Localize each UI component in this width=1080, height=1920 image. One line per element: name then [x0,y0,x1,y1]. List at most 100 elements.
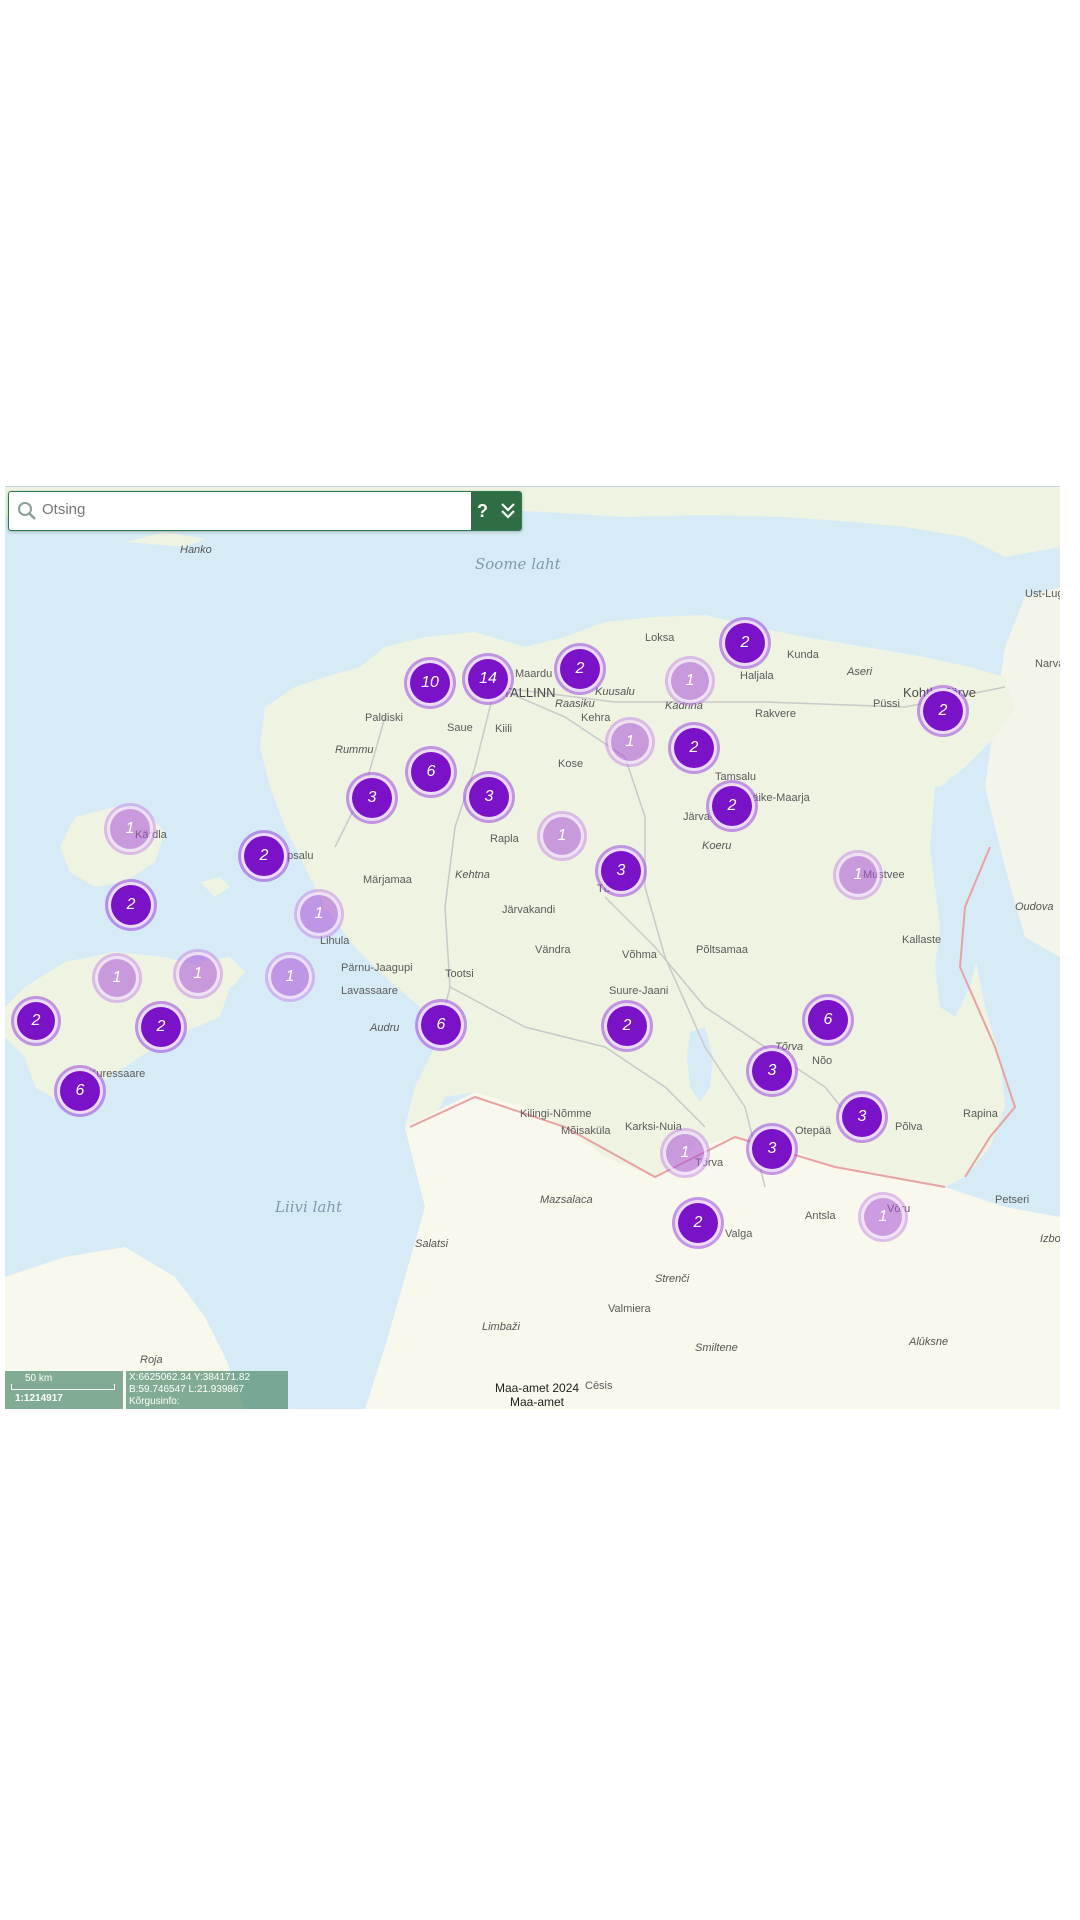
svg-text:Kunda: Kunda [787,649,820,661]
svg-text:Väike-Maarja: Väike-Maarja [745,792,811,804]
svg-text:Kose: Kose [558,758,583,770]
svg-text:Nõo: Nõo [812,1055,832,1067]
double-chevron-down-icon[interactable] [500,502,516,520]
cluster-marker[interactable]: 6 [408,749,454,795]
cluster-marker[interactable]: 10 [407,660,453,706]
svg-text:Järvakandi: Järvakandi [502,904,555,916]
cluster-marker[interactable]: 1 [663,1131,707,1175]
cluster-count: 1 [680,1144,690,1161]
cluster-count: 6 [426,763,436,780]
coord-xy: X:6625062.34 Y:384171.82 [129,1372,251,1383]
credit-line1: Maa-amet 2024 [495,1381,580,1395]
svg-text:Kilingi-Nõmme: Kilingi-Nõmme [520,1108,592,1120]
search-input[interactable] [42,492,462,528]
svg-text:Karksi-Nuia: Karksi-Nuia [625,1121,683,1133]
cluster-count: 2 [689,739,699,756]
cluster-marker[interactable]: 6 [57,1068,103,1114]
cluster-count: 2 [126,896,136,913]
svg-text:Soome laht: Soome laht [475,555,562,573]
svg-text:Oudova: Oudova [1015,901,1054,913]
svg-text:Raasiku: Raasiku [555,698,595,710]
svg-text:Põlva: Põlva [895,1121,923,1133]
svg-text:Põltsamaa: Põltsamaa [696,944,749,956]
cluster-marker[interactable]: 1 [668,659,712,703]
cluster-marker[interactable]: 2 [604,1003,650,1049]
cluster-count: 2 [693,1214,703,1231]
cluster-marker[interactable]: 2 [557,646,603,692]
cluster-marker[interactable]: 3 [349,775,395,821]
svg-text:Mazsalaca: Mazsalaca [540,1194,593,1206]
cluster-count: 6 [75,1082,85,1099]
cluster-marker[interactable]: 2 [138,1004,184,1050]
map-view[interactable]: Soome laht Liivi laht Hanko Loksa Kunda … [5,486,1060,1409]
svg-text:Kehra: Kehra [581,712,611,724]
cluster-marker[interactable]: 1 [540,814,584,858]
cluster-marker[interactable]: 1 [861,1195,905,1239]
cluster-marker[interactable]: 2 [14,999,58,1043]
svg-text:Pärnu-Jaagupi: Pärnu-Jaagupi [341,962,413,974]
svg-text:Antsla: Antsla [805,1210,836,1222]
cluster-count: 6 [436,1016,446,1033]
help-button[interactable]: ? [477,492,488,530]
cluster-marker[interactable]: 1 [836,853,880,897]
cluster-count: 3 [767,1140,777,1157]
cluster-count: 3 [367,789,377,806]
cluster-marker[interactable]: 1 [95,956,139,1000]
svg-text:Valmiera: Valmiera [608,1303,651,1315]
cluster-marker[interactable]: 3 [466,774,512,820]
svg-text:Smiltene: Smiltene [695,1342,738,1354]
svg-text:Suure-Jaani: Suure-Jaani [609,985,668,997]
cluster-marker[interactable]: 14 [465,656,511,702]
cluster-marker[interactable]: 3 [749,1126,795,1172]
cluster-count: 2 [622,1017,632,1034]
cluster-marker[interactable]: 1 [176,952,220,996]
cluster-marker[interactable]: 6 [805,997,851,1043]
cluster-marker[interactable]: 2 [722,620,768,666]
cluster-marker[interactable]: 2 [920,688,966,734]
cluster-count: 1 [112,969,122,986]
cluster-marker[interactable]: 3 [839,1094,885,1140]
svg-text:Narva: Narva [1035,658,1060,670]
svg-text:Kallaste: Kallaste [902,934,941,946]
search-bar: ? [8,491,522,531]
coord-bl: B:59.746547 L:21.939867 [129,1384,245,1395]
cluster-marker[interactable]: 1 [107,806,153,852]
svg-text:Loksa: Loksa [645,632,675,644]
cluster-marker[interactable]: 3 [749,1048,795,1094]
scale-ratio: 1:1214917 [15,1393,63,1404]
cluster-count: 6 [823,1011,833,1028]
cluster-marker[interactable]: 2 [241,833,287,879]
cluster-count: 2 [575,660,585,677]
svg-text:Lihula: Lihula [320,935,350,947]
svg-text:Petseri: Petseri [995,1194,1029,1206]
cluster-count: 1 [853,866,863,883]
search-icon [18,502,36,520]
cluster-marker[interactable]: 2 [671,725,717,771]
svg-text:Mõisaküla: Mõisaküla [561,1125,611,1137]
svg-text:Saue: Saue [447,722,473,734]
cluster-marker[interactable]: 2 [675,1200,721,1246]
svg-text:Rakvere: Rakvere [755,708,796,720]
scale-bar: 50 km 1:1214917 [5,1371,123,1409]
cluster-marker[interactable]: 2 [709,783,755,829]
cluster-marker[interactable]: 3 [598,848,644,894]
cluster-count: 1 [685,672,695,689]
cluster-marker[interactable]: 1 [268,955,312,999]
cluster-count: 3 [484,788,494,805]
cluster-count: 2 [156,1018,166,1035]
svg-text:Tootsi: Tootsi [445,968,474,980]
svg-text:Rapina: Rapina [963,1108,999,1120]
cluster-marker[interactable]: 2 [108,882,154,928]
search-toolbar: ? [471,492,521,530]
cluster-marker[interactable]: 1 [608,720,652,764]
basemap: Soome laht Liivi laht Hanko Loksa Kunda … [5,487,1060,1409]
svg-text:Ust-Luga: Ust-Luga [1025,588,1060,600]
svg-text:Limbaži: Limbaži [482,1321,520,1333]
cluster-count: 3 [767,1062,777,1079]
cluster-count: 14 [479,670,497,687]
svg-text:Izborsk: Izborsk [1040,1233,1060,1245]
height-info: Kõrgusinfo: [129,1396,180,1407]
cluster-marker[interactable]: 1 [297,892,341,936]
cluster-count: 10 [421,674,439,691]
cluster-marker[interactable]: 6 [418,1002,464,1048]
